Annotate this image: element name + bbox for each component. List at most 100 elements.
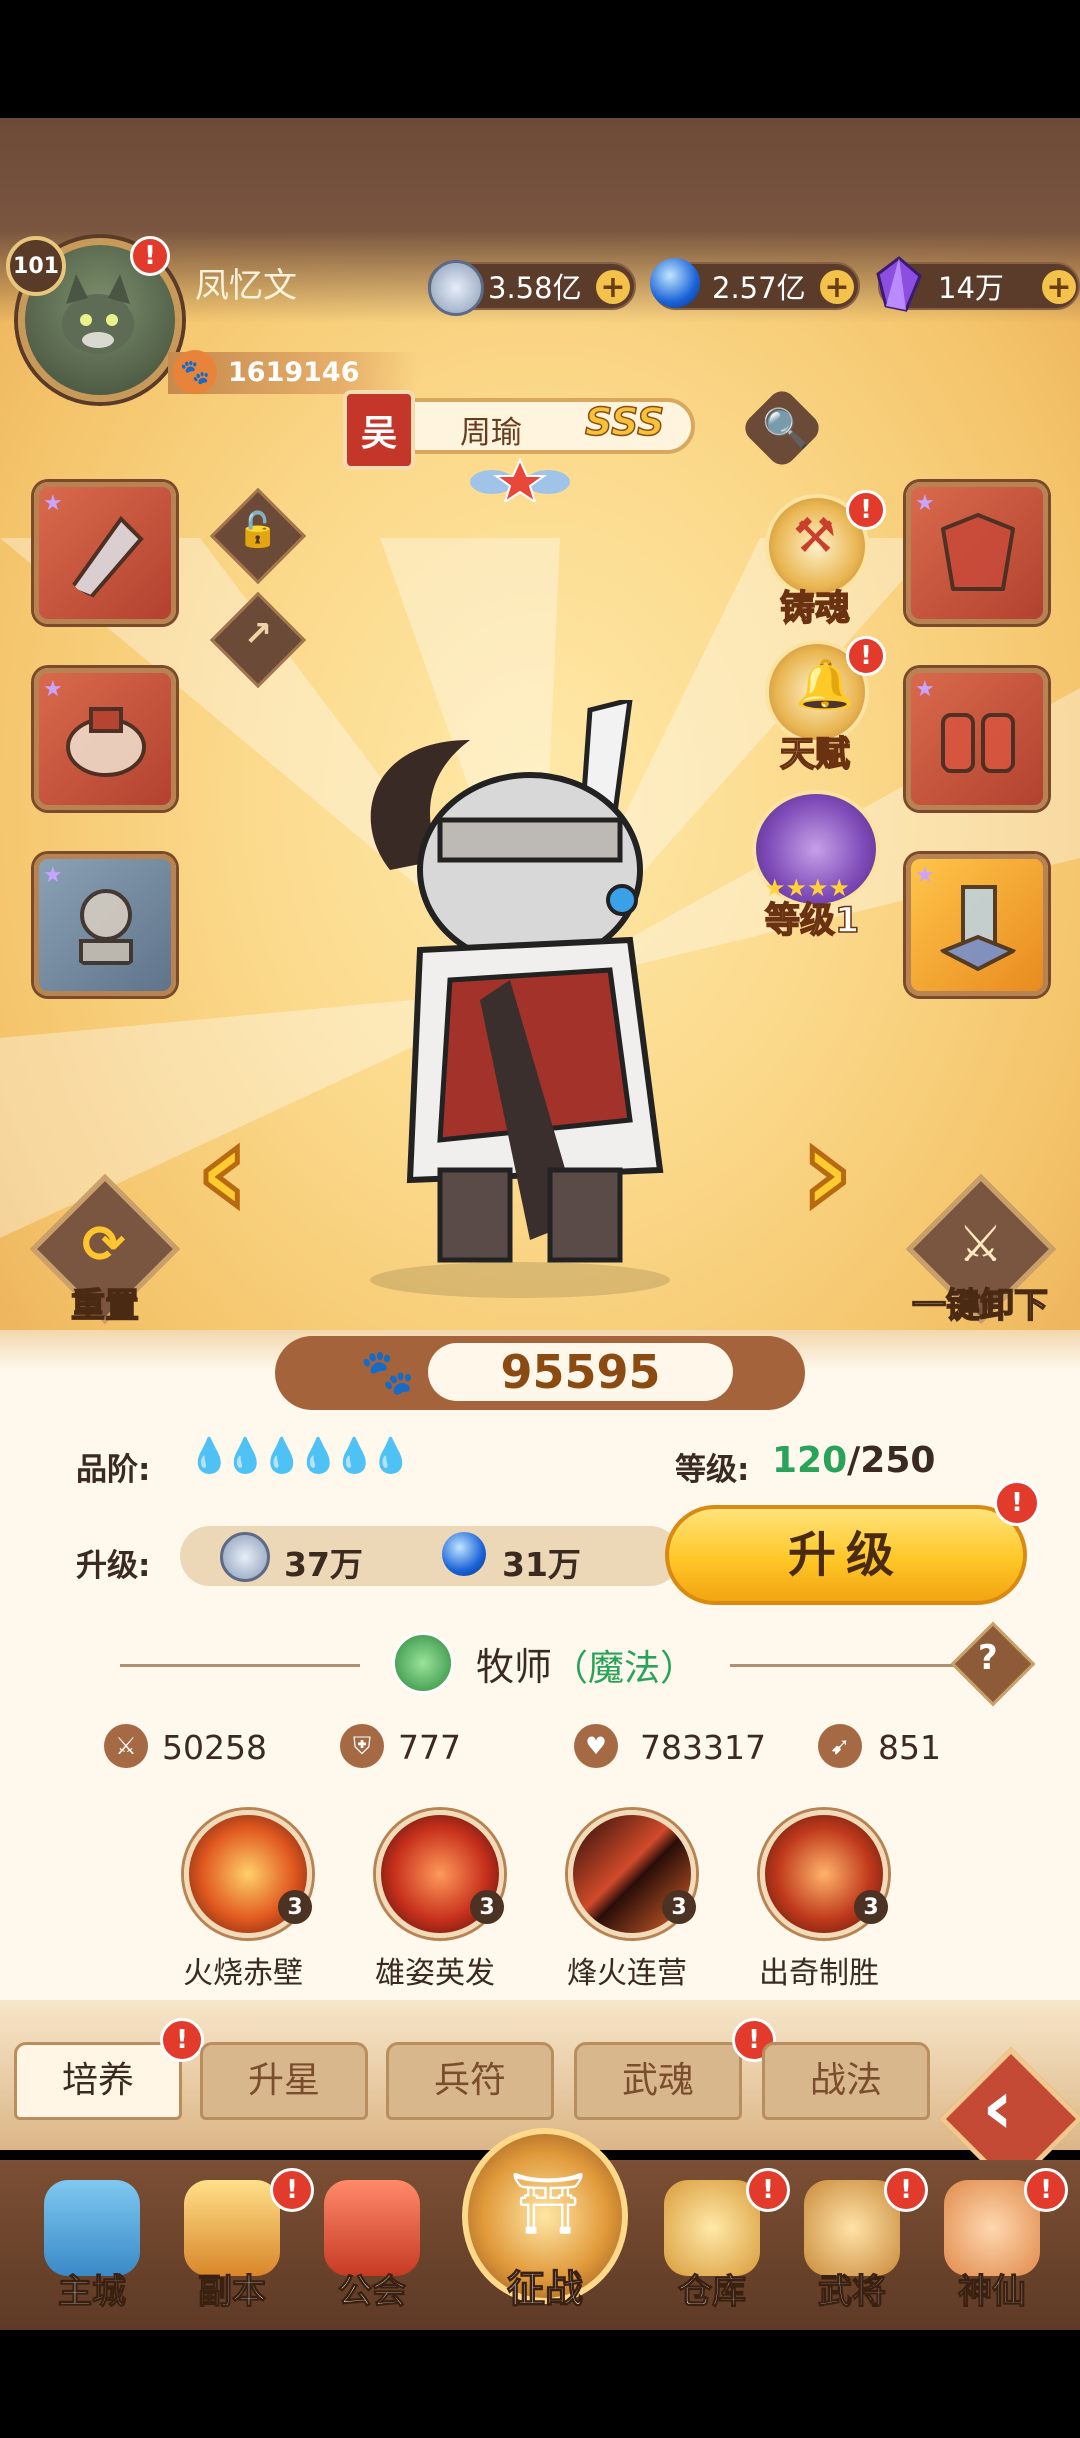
star-wings-icon [470, 458, 570, 502]
star-icon: ★ [915, 863, 935, 888]
nav-dungeon[interactable]: 副本 [167, 2264, 297, 2313]
silver-coin-icon [428, 260, 484, 316]
nav-city[interactable]: 主城 [27, 2264, 157, 2313]
tab-cultivate[interactable]: 培养 [14, 2042, 182, 2120]
helmet-icon [66, 707, 146, 777]
tab-tally[interactable]: 兵符 [386, 2042, 554, 2120]
equip-slot-weapon[interactable]: ★ [34, 482, 176, 624]
level-current: 120 [772, 1440, 848, 1481]
avatar-alert-icon: ! [130, 236, 170, 276]
unlock-icon: 🔓 [236, 510, 280, 550]
star-icon: ★ [43, 491, 63, 516]
class-type: 魔法 [588, 1648, 661, 1689]
skill-name: 烽火连营 [567, 1956, 687, 1991]
armor-unequip-icon: ⚔ [958, 1215, 1003, 1273]
shield-icon: ⛨ [340, 1724, 384, 1768]
equip-slot-accessory[interactable]: ★ [906, 854, 1048, 996]
nav-warehouse[interactable]: 仓库 [647, 2264, 777, 2313]
skill-name: 雄姿英发 [375, 1956, 495, 1991]
armor-icon [940, 512, 1016, 591]
skill-level-badge: 3 [470, 1890, 504, 1924]
talent-alert-icon: ! [846, 636, 886, 676]
upgrade-cost-silver: 37万 [284, 1545, 363, 1584]
hero-character [370, 700, 670, 1298]
reset-icon: ⟳ [82, 1215, 126, 1275]
star-icon: ★ [43, 677, 63, 702]
nav-guild[interactable]: 公会 [307, 2264, 437, 2313]
boot-icon: ➹ [818, 1724, 862, 1768]
stat-health: 783317 [640, 1728, 766, 1767]
stat-attack: 50258 [162, 1728, 267, 1767]
blue-orb-icon [650, 258, 700, 308]
equip-slot-boots[interactable]: ★ [906, 668, 1048, 810]
add-silver-button[interactable]: + [596, 270, 630, 305]
upgrade-alert-icon: ! [994, 1480, 1040, 1526]
help-icon: ? [978, 1638, 998, 1678]
talent-label: 天赋 [779, 734, 851, 776]
upgrade-cost-orb: 31万 [502, 1545, 581, 1584]
divider-right [730, 1664, 960, 1667]
skill-level-badge: 3 [278, 1890, 312, 1924]
star-icon: ★ [915, 491, 935, 516]
chevron-left-icon: ‹ [982, 2062, 1014, 2151]
banner-icon [938, 885, 1018, 971]
boots-icon [941, 713, 1015, 773]
hero-name: 周瑜 [460, 415, 522, 451]
paw-icon: 🐾 [360, 1347, 415, 1398]
nav-immortal[interactable]: 神仙 [927, 2264, 1057, 2313]
stat-speed: 851 [878, 1728, 941, 1767]
status-bar-area [0, 0, 1080, 118]
generals-alert-icon: ! [884, 2168, 928, 2212]
dungeon-alert-icon: ! [270, 2168, 314, 2212]
divider-left [120, 1664, 360, 1667]
faction-badge: 吴 [343, 390, 415, 470]
tab-tactics[interactable]: 战法 [762, 2042, 930, 2120]
talent-bell-icon: 🔔 [795, 657, 855, 713]
silver-coin-icon [220, 1532, 270, 1582]
skill-level-badge: 3 [854, 1890, 888, 1924]
nav-conquer[interactable]: 征战 [480, 2258, 610, 2313]
gate-icon: ⛩ [510, 2169, 587, 2239]
upgrade-label: 升级: [76, 1548, 151, 1584]
level-max: /250 [847, 1440, 936, 1481]
equip-slot-helmet[interactable]: ★ [34, 668, 176, 810]
level-label: 等级: [675, 1452, 750, 1488]
statue-icon [79, 889, 133, 965]
share-icon: ↗ [243, 614, 273, 654]
city-icon[interactable] [44, 2180, 140, 2276]
class-name: 牧师 [476, 1645, 553, 1689]
equip-slot-armor[interactable]: ★ [906, 482, 1048, 624]
class-type-open: （ [552, 1648, 589, 1689]
stat-defense: 777 [398, 1728, 461, 1767]
blue-orb-icon [442, 1532, 486, 1576]
player-name: 凤忆文 [195, 266, 297, 306]
combat-power-value: 95595 [428, 1343, 733, 1401]
upgrade-button[interactable]: 升级 [665, 1505, 1027, 1605]
soul-forge-label: 铸魂 [779, 588, 851, 630]
player-level-badge: 101 [6, 236, 66, 296]
tab-star-up[interactable]: 升星 [200, 2042, 368, 2120]
cat-avatar-art [62, 274, 134, 354]
star-icon: ★ [43, 863, 63, 888]
equip-slot-statue[interactable]: ★ [34, 854, 176, 996]
axe-icon [67, 515, 144, 599]
add-orb-button[interactable]: + [820, 270, 854, 305]
immortal-alert-icon: ! [1024, 2168, 1068, 2212]
add-gem-button[interactable]: + [1042, 270, 1076, 305]
nav-generals[interactable]: 武将 [787, 2264, 917, 2313]
star-icon: ★ [915, 677, 935, 702]
skill-level-badge: 3 [662, 1890, 696, 1924]
tab-war-soul[interactable]: 武魂 [574, 2042, 742, 2120]
skill-name: 出奇制胜 [759, 1956, 879, 1991]
reset-label: 重置 [70, 1285, 140, 1327]
rank-label: 品阶: [76, 1452, 151, 1488]
skill-name: 火烧赤壁 [183, 1956, 303, 1991]
purple-gem-icon [876, 256, 922, 312]
system-nav-area [0, 2330, 1080, 2438]
prev-hero-button[interactable]: ‹ [194, 1103, 253, 1238]
next-hero-button[interactable]: › [798, 1103, 857, 1238]
level-label: 等级1 [764, 900, 860, 942]
dungeon-icon[interactable] [184, 2180, 280, 2276]
paw-icon: 🐾 [173, 350, 217, 394]
guild-flag-icon[interactable] [324, 2180, 420, 2276]
